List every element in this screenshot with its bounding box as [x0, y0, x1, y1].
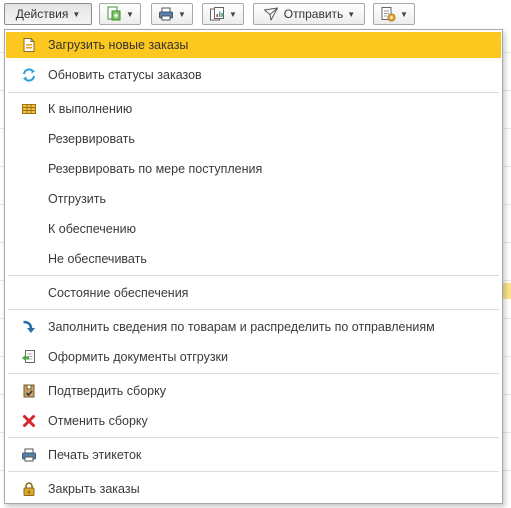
create-document-button[interactable]: ▼ — [99, 3, 141, 25]
printer-icon — [158, 6, 174, 22]
menu-item-load-new-orders[interactable]: Загрузить новые заказы — [6, 32, 501, 58]
menu-item-fill-goods-info[interactable]: Заполнить сведения по товарам и распреде… — [6, 314, 501, 340]
menu-item-to-execution[interactable]: К выполнению — [6, 96, 501, 122]
menu-item-label: Обновить статусы заказов — [48, 68, 202, 82]
menu-item-confirm-assembly[interactable]: Подтвердить сборку — [6, 378, 501, 404]
menu-item-reserve[interactable]: Резервировать — [6, 126, 501, 152]
menu-item-label: Резервировать — [48, 132, 135, 146]
menu-item-cancel-assembly[interactable]: Отменить сборку — [6, 408, 501, 434]
actions-dropdown-menu: Загрузить новые заказы Обновить статусы … — [4, 29, 503, 504]
chevron-down-icon: ▼ — [72, 9, 81, 19]
menu-item-label: К выполнению — [48, 102, 133, 116]
lock-icon — [21, 481, 37, 497]
document-arrow-icon — [21, 349, 37, 365]
chevron-down-icon: ▼ — [229, 9, 237, 19]
printer-icon — [21, 447, 37, 463]
chevron-down-icon: ▼ — [126, 9, 134, 19]
chevron-down-icon: ▼ — [178, 9, 186, 19]
menu-item-close-orders[interactable]: Закрыть заказы — [6, 476, 501, 502]
menu-separator — [8, 275, 499, 276]
toolbar: Действия ▼ ▼ ▼ ▼ Отправить ▼ ▼ — [0, 0, 511, 30]
menu-item-label: Загрузить новые заказы — [48, 38, 189, 52]
menu-item-provision-state[interactable]: Состояние обеспечения — [6, 280, 501, 306]
menu-separator — [8, 92, 499, 93]
menu-item-label: К обеспечению — [48, 222, 136, 236]
menu-item-do-not-provide[interactable]: Не обеспечивать — [6, 246, 501, 272]
menu-item-label: Отменить сборку — [48, 414, 148, 428]
menu-item-reserve-on-arrival[interactable]: Резервировать по мере поступления — [6, 156, 501, 182]
menu-item-to-provision[interactable]: К обеспечению — [6, 216, 501, 242]
arrow-down-right-icon — [21, 319, 37, 335]
actions-menu-button[interactable]: Действия ▼ — [4, 3, 92, 25]
menu-item-print-labels[interactable]: Печать этикеток — [6, 442, 501, 468]
document-settings-icon — [380, 6, 396, 22]
menu-item-label: Резервировать по мере поступления — [48, 162, 263, 176]
menu-item-label: Закрыть заказы — [48, 482, 140, 496]
menu-item-update-order-statuses[interactable]: Обновить статусы заказов — [6, 62, 501, 88]
menu-item-create-shipping-docs[interactable]: Оформить документы отгрузки — [6, 344, 501, 370]
report-chart-icon — [209, 6, 225, 22]
document-create-icon — [106, 6, 122, 22]
actions-label: Действия — [15, 7, 69, 21]
document-settings-button[interactable]: ▼ — [373, 3, 415, 25]
document-load-icon — [21, 37, 37, 53]
menu-item-label: Состояние обеспечения — [48, 286, 189, 300]
menu-separator — [8, 471, 499, 472]
menu-item-label: Не обеспечивать — [48, 252, 147, 266]
menu-item-ship[interactable]: Отгрузить — [6, 186, 501, 212]
menu-separator — [8, 309, 499, 310]
print-button[interactable]: ▼ — [151, 3, 193, 25]
send-label: Отправить — [283, 7, 344, 21]
menu-item-label: Подтвердить сборку — [48, 384, 166, 398]
send-plane-icon — [263, 6, 279, 22]
refresh-icon — [21, 67, 37, 83]
send-button[interactable]: Отправить ▼ — [253, 3, 365, 25]
red-x-icon — [21, 413, 37, 429]
menu-item-label: Отгрузить — [48, 192, 107, 206]
menu-item-label: Печать этикеток — [48, 448, 142, 462]
menu-item-label: Оформить документы отгрузки — [48, 350, 228, 364]
grid-table-icon — [21, 101, 37, 117]
chevron-down-icon: ▼ — [347, 9, 356, 19]
package-icon — [21, 383, 37, 399]
menu-item-label: Заполнить сведения по товарам и распреде… — [48, 320, 435, 334]
chevron-down-icon: ▼ — [400, 9, 408, 19]
reports-button[interactable]: ▼ — [202, 3, 244, 25]
menu-separator — [8, 437, 499, 438]
menu-separator — [8, 373, 499, 374]
